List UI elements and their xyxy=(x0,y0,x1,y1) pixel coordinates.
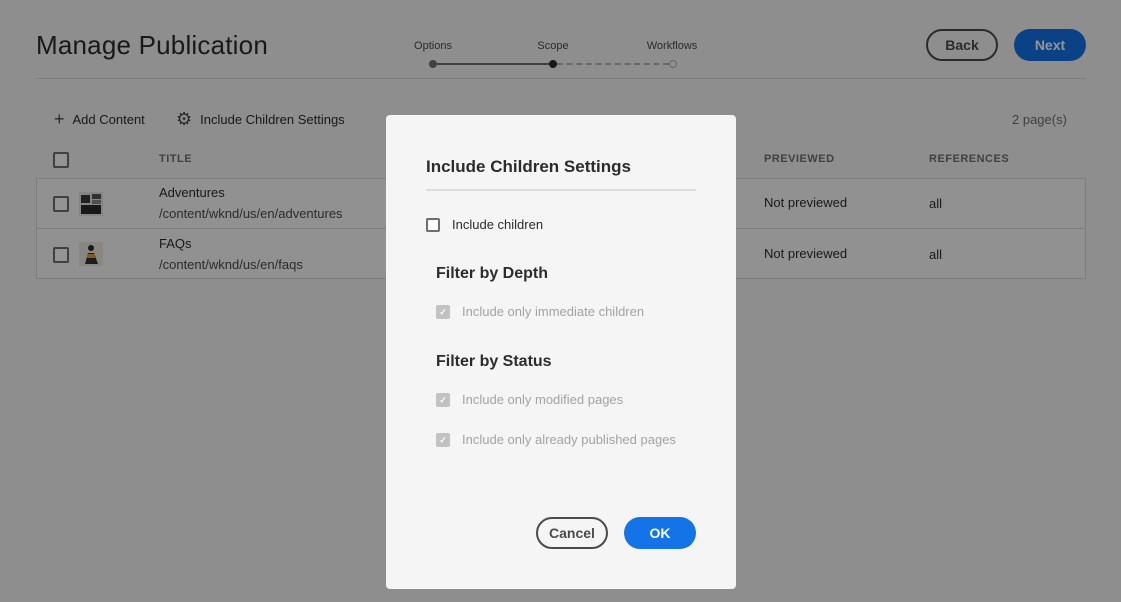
checkmark-icon: ✓ xyxy=(436,432,450,447)
checkmark-icon: ✓ xyxy=(436,304,450,319)
dialog-title-divider xyxy=(426,189,696,191)
include-children-checkbox[interactable]: Include children xyxy=(426,217,543,232)
published-pages-label: Include only already published pages xyxy=(462,432,676,447)
immediate-children-label: Include only immediate children xyxy=(462,304,645,319)
modified-pages-label: Include only modified pages xyxy=(462,392,624,407)
ok-button[interactable]: OK xyxy=(624,517,696,549)
dialog-title: Include Children Settings xyxy=(426,157,631,176)
include-children-settings-dialog: Include Children Settings Include childr… xyxy=(386,115,736,589)
checkmark-icon: ✓ xyxy=(436,392,450,407)
immediate-children-checkbox[interactable]: ✓ Include only immediate children xyxy=(436,304,644,319)
published-pages-checkbox[interactable]: ✓ Include only already published pages xyxy=(436,432,676,447)
include-children-label: Include children xyxy=(452,217,544,232)
modified-pages-checkbox[interactable]: ✓ Include only modified pages xyxy=(436,392,623,407)
filter-by-depth-heading: Filter by Depth xyxy=(436,265,549,282)
filter-by-status-heading: Filter by Status xyxy=(436,353,552,370)
cancel-button[interactable]: Cancel xyxy=(536,517,608,549)
checkbox-box[interactable] xyxy=(426,217,440,232)
